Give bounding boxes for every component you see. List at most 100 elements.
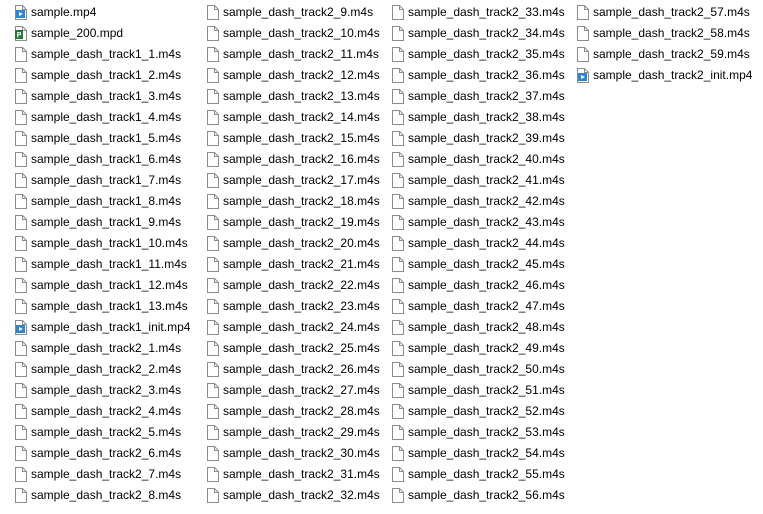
file-item[interactable]: sample_dash_track2_3.m4s bbox=[11, 380, 197, 401]
file-name-label: sample_dash_track2_33.m4s bbox=[408, 5, 565, 19]
file-item[interactable]: sample_dash_track2_56.m4s bbox=[388, 485, 568, 506]
file-item[interactable]: sample_dash_track2_9.m4s bbox=[203, 2, 383, 23]
blank-file-icon bbox=[207, 278, 219, 293]
file-item[interactable]: sample_dash_track2_46.m4s bbox=[388, 275, 568, 296]
mp4-video-file-icon bbox=[577, 68, 589, 83]
blank-file-icon bbox=[15, 404, 27, 419]
file-item[interactable]: sample_dash_track1_4.m4s bbox=[11, 107, 197, 128]
file-item[interactable]: sample.mp4 bbox=[11, 2, 197, 23]
file-name-label: sample.mp4 bbox=[31, 5, 97, 19]
file-item[interactable]: sample_dash_track2_18.m4s bbox=[203, 191, 383, 212]
file-item[interactable]: sample_dash_track2_14.m4s bbox=[203, 107, 383, 128]
file-item[interactable]: sample_dash_track2_12.m4s bbox=[203, 65, 383, 86]
file-name-label: sample_dash_track2_13.m4s bbox=[223, 89, 380, 103]
file-item[interactable]: sample_dash_track2_16.m4s bbox=[203, 149, 383, 170]
blank-file-icon bbox=[577, 26, 589, 41]
file-name-label: sample_dash_track2_3.m4s bbox=[31, 383, 182, 397]
blank-file-icon bbox=[15, 152, 27, 167]
file-item[interactable]: sample_dash_track2_23.m4s bbox=[203, 296, 383, 317]
file-item[interactable]: sample_dash_track2_25.m4s bbox=[203, 338, 383, 359]
file-item[interactable]: sample_dash_track1_7.m4s bbox=[11, 170, 197, 191]
file-item[interactable]: sample_dash_track1_6.m4s bbox=[11, 149, 197, 170]
blank-file-icon bbox=[392, 320, 404, 335]
file-item[interactable]: sample_dash_track2_22.m4s bbox=[203, 275, 383, 296]
file-item[interactable]: sample_dash_track2_init.mp4 bbox=[573, 65, 758, 86]
file-item[interactable]: sample_dash_track2_42.m4s bbox=[388, 191, 568, 212]
file-item[interactable]: sample_dash_track2_1.m4s bbox=[11, 338, 197, 359]
file-item[interactable]: sample_dash_track2_58.m4s bbox=[573, 23, 758, 44]
file-item[interactable]: sample_dash_track2_28.m4s bbox=[203, 401, 383, 422]
file-item[interactable]: sample_dash_track2_36.m4s bbox=[388, 65, 568, 86]
file-name-label: sample_dash_track1_11.m4s bbox=[31, 257, 187, 271]
file-item[interactable]: sample_dash_track2_30.m4s bbox=[203, 443, 383, 464]
file-item[interactable]: sample_dash_track1_12.m4s bbox=[11, 275, 197, 296]
blank-file-icon bbox=[392, 257, 404, 272]
file-item[interactable]: sample_dash_track1_3.m4s bbox=[11, 86, 197, 107]
file-item[interactable]: sample_dash_track1_13.m4s bbox=[11, 296, 197, 317]
file-item[interactable]: sample_dash_track1_11.m4s bbox=[11, 254, 197, 275]
file-item[interactable]: sample_dash_track2_40.m4s bbox=[388, 149, 568, 170]
file-item[interactable]: sample_dash_track2_48.m4s bbox=[388, 317, 568, 338]
file-item[interactable]: sample_dash_track2_20.m4s bbox=[203, 233, 383, 254]
file-column-1: sample.mp4 sample_200.mpd sample_dash_trac… bbox=[11, 2, 197, 506]
file-item[interactable]: sample_dash_track2_41.m4s bbox=[388, 170, 568, 191]
file-name-label: sample_dash_track2_39.m4s bbox=[408, 131, 565, 145]
file-name-label: sample_dash_track2_10.m4s bbox=[223, 26, 380, 40]
file-item[interactable]: sample_dash_track2_31.m4s bbox=[203, 464, 383, 485]
file-item[interactable]: sample_dash_track1_10.m4s bbox=[11, 233, 197, 254]
file-name-label: sample_dash_track2_26.m4s bbox=[223, 362, 380, 376]
file-item[interactable]: sample_dash_track2_7.m4s bbox=[11, 464, 197, 485]
blank-file-icon bbox=[392, 404, 404, 419]
file-item[interactable]: sample_dash_track2_53.m4s bbox=[388, 422, 568, 443]
file-item[interactable]: sample_dash_track2_47.m4s bbox=[388, 296, 568, 317]
file-item[interactable]: sample_dash_track2_57.m4s bbox=[573, 2, 758, 23]
file-item[interactable]: sample_dash_track2_39.m4s bbox=[388, 128, 568, 149]
file-item[interactable]: sample_dash_track1_8.m4s bbox=[11, 191, 197, 212]
file-item[interactable]: sample_dash_track1_1.m4s bbox=[11, 44, 197, 65]
file-item[interactable]: sample_dash_track2_26.m4s bbox=[203, 359, 383, 380]
file-item[interactable]: sample_dash_track2_55.m4s bbox=[388, 464, 568, 485]
file-item[interactable]: sample_dash_track2_33.m4s bbox=[388, 2, 568, 23]
file-item[interactable]: sample_dash_track2_51.m4s bbox=[388, 380, 568, 401]
file-item[interactable]: sample_dash_track2_2.m4s bbox=[11, 359, 197, 380]
file-item[interactable]: sample_dash_track2_35.m4s bbox=[388, 44, 568, 65]
file-item[interactable]: sample_dash_track2_15.m4s bbox=[203, 128, 383, 149]
file-item[interactable]: sample_dash_track2_37.m4s bbox=[388, 86, 568, 107]
file-item[interactable]: sample_dash_track1_5.m4s bbox=[11, 128, 197, 149]
file-item[interactable]: sample_dash_track2_38.m4s bbox=[388, 107, 568, 128]
file-name-label: sample_dash_track2_7.m4s bbox=[31, 467, 182, 481]
file-item[interactable]: sample_dash_track2_29.m4s bbox=[203, 422, 383, 443]
file-item[interactable]: sample_dash_track2_45.m4s bbox=[388, 254, 568, 275]
file-item[interactable]: sample_dash_track2_6.m4s bbox=[11, 443, 197, 464]
file-item[interactable]: sample_dash_track2_21.m4s bbox=[203, 254, 383, 275]
blank-file-icon bbox=[392, 194, 404, 209]
file-item[interactable]: sample_dash_track2_59.m4s bbox=[573, 44, 758, 65]
file-item[interactable]: sample_dash_track2_11.m4s bbox=[203, 44, 383, 65]
file-item[interactable]: sample_dash_track2_8.m4s bbox=[11, 485, 197, 506]
file-item[interactable]: sample_dash_track2_32.m4s bbox=[203, 485, 383, 506]
file-item[interactable]: sample_dash_track2_52.m4s bbox=[388, 401, 568, 422]
file-item[interactable]: sample_dash_track2_54.m4s bbox=[388, 443, 568, 464]
file-item[interactable]: sample_dash_track2_27.m4s bbox=[203, 380, 383, 401]
blank-file-icon bbox=[15, 467, 27, 482]
file-item[interactable]: sample_dash_track1_9.m4s bbox=[11, 212, 197, 233]
file-item[interactable]: sample_dash_track2_10.m4s bbox=[203, 23, 383, 44]
file-item[interactable]: sample_dash_track2_4.m4s bbox=[11, 401, 197, 422]
file-item[interactable]: sample_dash_track2_49.m4s bbox=[388, 338, 568, 359]
file-item[interactable]: sample_dash_track2_34.m4s bbox=[388, 23, 568, 44]
file-item[interactable]: sample_dash_track2_43.m4s bbox=[388, 212, 568, 233]
file-item[interactable]: sample_200.mpd bbox=[11, 23, 197, 44]
file-item[interactable]: sample_dash_track2_13.m4s bbox=[203, 86, 383, 107]
file-item[interactable]: sample_dash_track2_17.m4s bbox=[203, 170, 383, 191]
file-item[interactable]: sample_dash_track2_5.m4s bbox=[11, 422, 197, 443]
file-item[interactable]: sample_dash_track2_19.m4s bbox=[203, 212, 383, 233]
file-name-label: sample_dash_track1_1.m4s bbox=[31, 47, 182, 61]
blank-file-icon bbox=[392, 215, 404, 230]
file-name-label: sample_dash_track2_46.m4s bbox=[408, 278, 565, 292]
file-item[interactable]: sample_dash_track2_24.m4s bbox=[203, 317, 383, 338]
file-item[interactable]: sample_dash_track1_2.m4s bbox=[11, 65, 197, 86]
file-item[interactable]: sample_dash_track1_init.mp4 bbox=[11, 317, 197, 338]
file-item[interactable]: sample_dash_track2_50.m4s bbox=[388, 359, 568, 380]
file-item[interactable]: sample_dash_track2_44.m4s bbox=[388, 233, 568, 254]
file-name-label: sample_dash_track2_43.m4s bbox=[408, 215, 565, 229]
